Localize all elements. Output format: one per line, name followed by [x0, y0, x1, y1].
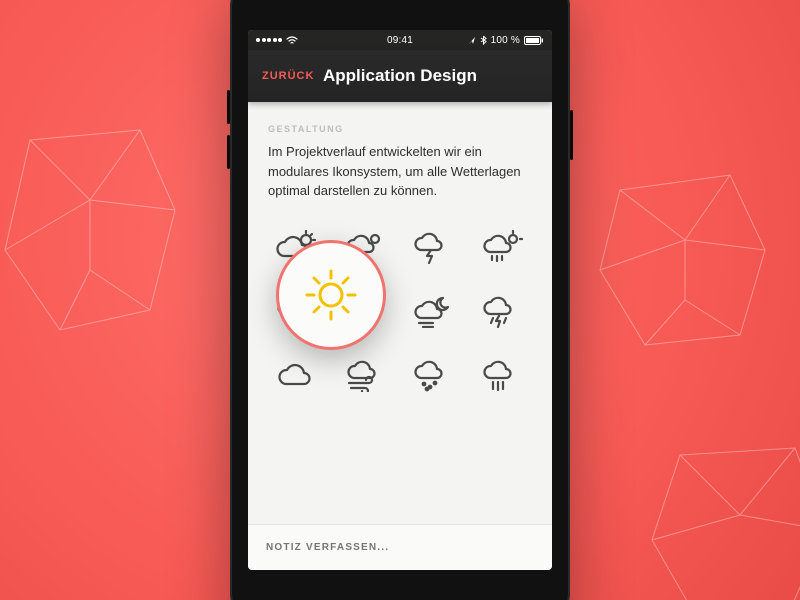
content-area[interactable]: Gestaltung Im Projektverlauf entwickelte… [248, 102, 552, 524]
note-input-bar [248, 524, 552, 570]
status-bar: 09:41 100 % [248, 30, 552, 50]
sun-icon [299, 263, 363, 327]
magnifier-lens[interactable] [276, 240, 386, 350]
cloud-icon [275, 357, 319, 393]
page-title: Application Design [323, 66, 477, 86]
signal-strength-icon [256, 38, 282, 42]
location-icon [468, 36, 476, 45]
back-button[interactable]: Zurück [262, 70, 314, 82]
cloud-hail-icon [412, 357, 456, 393]
cloud-sun-shower-icon [481, 229, 525, 265]
body-text: Im Projektverlauf entwickelten wir ein m… [268, 142, 532, 201]
bg-polyhedron [590, 160, 780, 360]
bg-polyhedron [640, 430, 800, 600]
note-input[interactable] [266, 542, 534, 553]
cloud-rain-icon [481, 357, 525, 393]
battery-icon [524, 36, 544, 45]
navigation-bar: Zurück Application Design [248, 50, 552, 102]
cloud-lightning-icon [412, 229, 456, 265]
section-label: Gestaltung [268, 124, 532, 134]
cloud-wind-icon [344, 357, 388, 393]
cloud-storm-icon [481, 293, 525, 329]
cloud-moon-wind-icon [412, 293, 456, 329]
bluetooth-icon [480, 35, 487, 45]
bg-polyhedron [0, 120, 190, 340]
volume-up-button [227, 90, 230, 124]
app-showcase-stage: 09:41 100 % Zurück Application Design Ge… [0, 0, 800, 600]
power-button [570, 110, 573, 160]
wifi-icon [286, 36, 298, 45]
iphone-frame: 09:41 100 % Zurück Application Design Ge… [230, 0, 570, 600]
phone-screen: 09:41 100 % Zurück Application Design Ge… [248, 30, 552, 570]
battery-percent: 100 % [491, 35, 520, 46]
volume-down-button [227, 135, 230, 169]
